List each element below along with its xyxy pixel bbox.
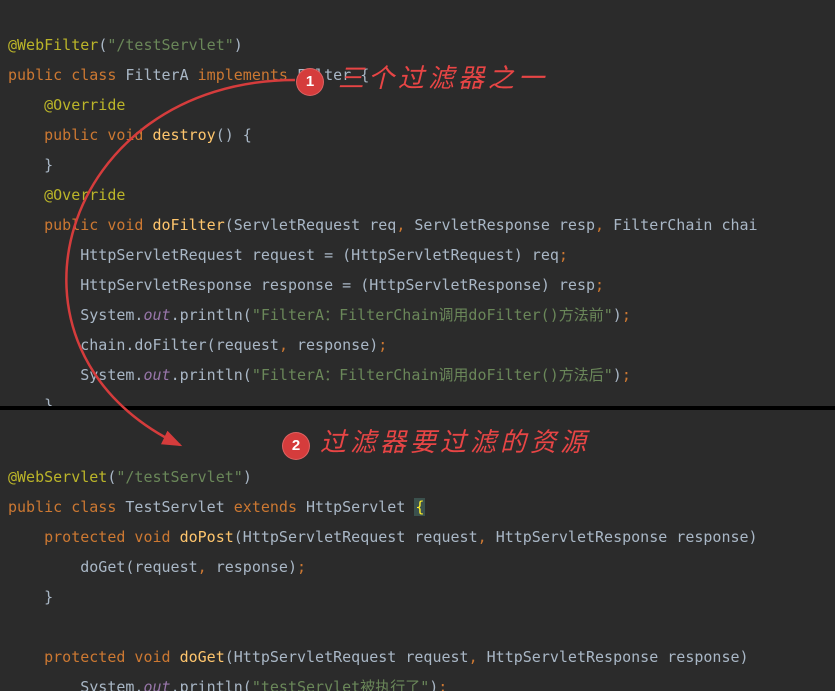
code-pane-filter[interactable]: @WebFilter("/testServlet") public class … bbox=[0, 0, 835, 406]
annotation-text-2: 过滤器要过滤的资源 bbox=[320, 428, 590, 458]
annotation-badge-1: 1 bbox=[296, 68, 324, 96]
annotation-webfilter: @WebFilter bbox=[8, 36, 98, 54]
annotation-webservlet: @WebServlet bbox=[8, 468, 107, 486]
annotation-badge-2: 2 bbox=[282, 432, 310, 460]
cursor-brace: { bbox=[414, 498, 425, 516]
annotation-text-1: 三个过滤器之一 bbox=[338, 64, 548, 94]
